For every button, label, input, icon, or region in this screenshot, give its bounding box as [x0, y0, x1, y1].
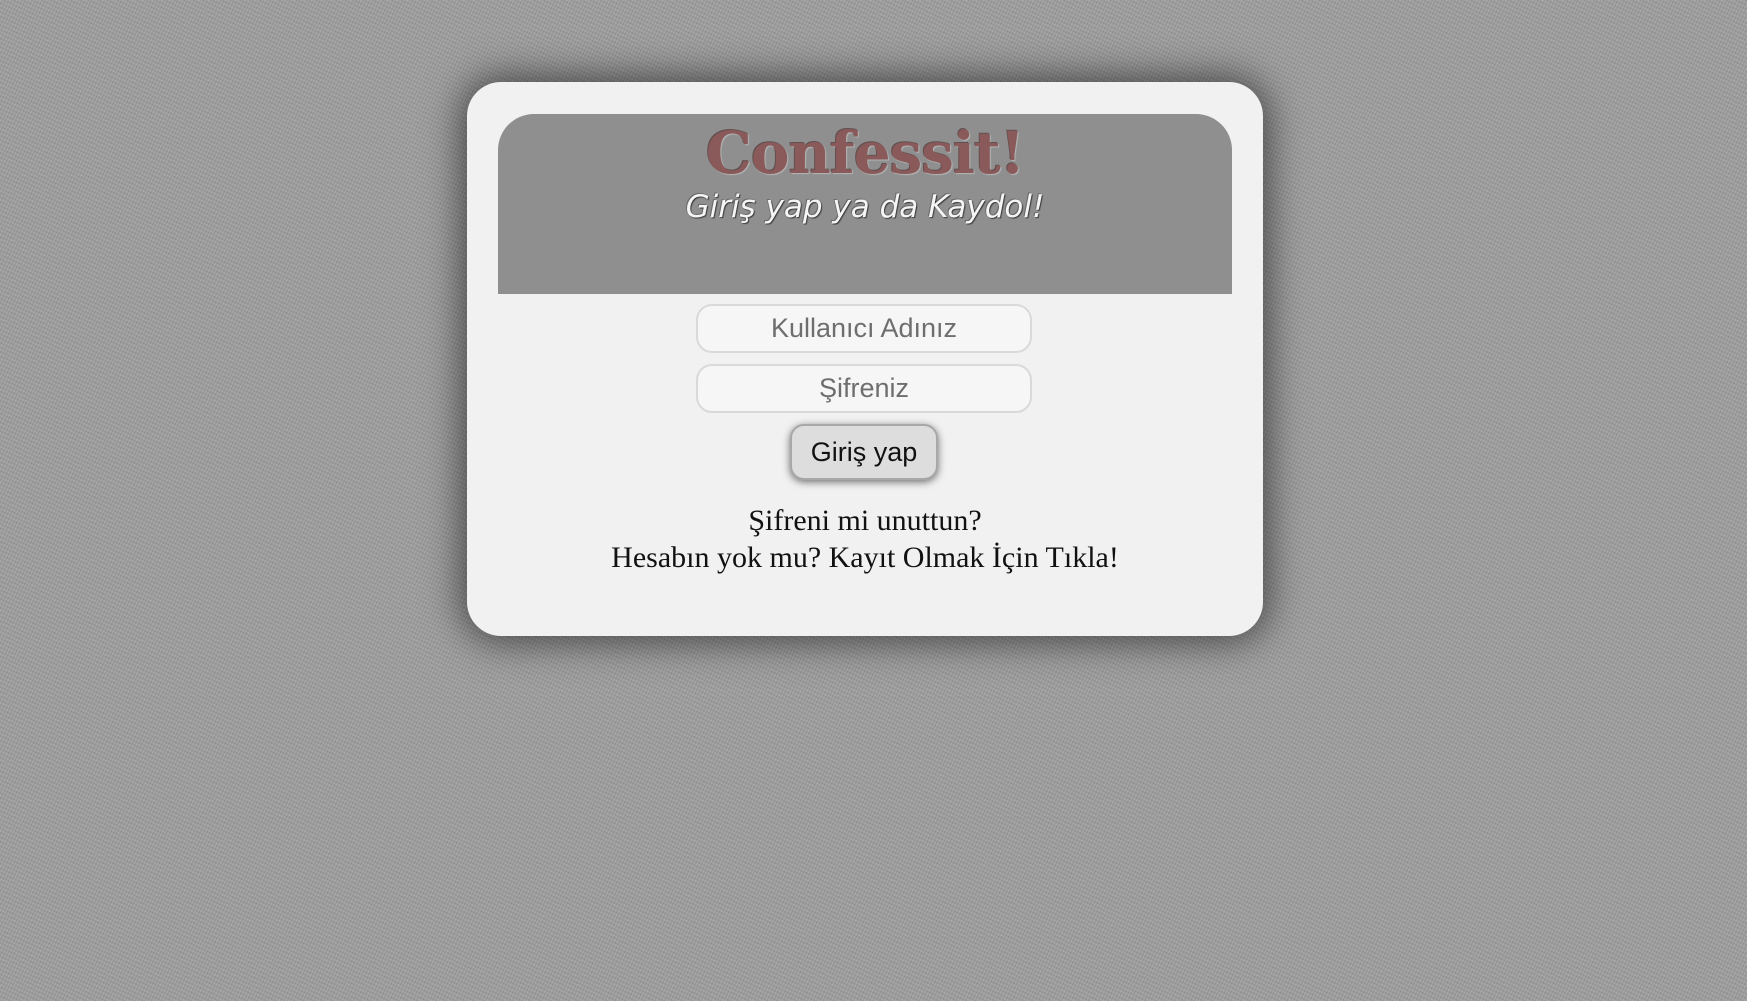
- forgot-password-link[interactable]: Şifreni mi unuttun?: [467, 502, 1263, 539]
- tagline: Giriş yap ya da Kaydol!: [685, 189, 1045, 225]
- login-button[interactable]: Giriş yap: [790, 424, 938, 480]
- header-banner: Confessit! Giriş yap ya da Kaydol!: [498, 114, 1232, 294]
- login-card: Confessit! Giriş yap ya da Kaydol! Giriş…: [467, 82, 1263, 636]
- password-input[interactable]: [696, 364, 1032, 413]
- username-input[interactable]: [696, 304, 1032, 353]
- register-link[interactable]: Hesabın yok mu? Kayıt Olmak İçin Tıkla!: [467, 539, 1263, 576]
- account-links: Şifreni mi unuttun? Hesabın yok mu? Kayı…: [467, 502, 1263, 576]
- brand-title: Confessit!: [705, 119, 1025, 187]
